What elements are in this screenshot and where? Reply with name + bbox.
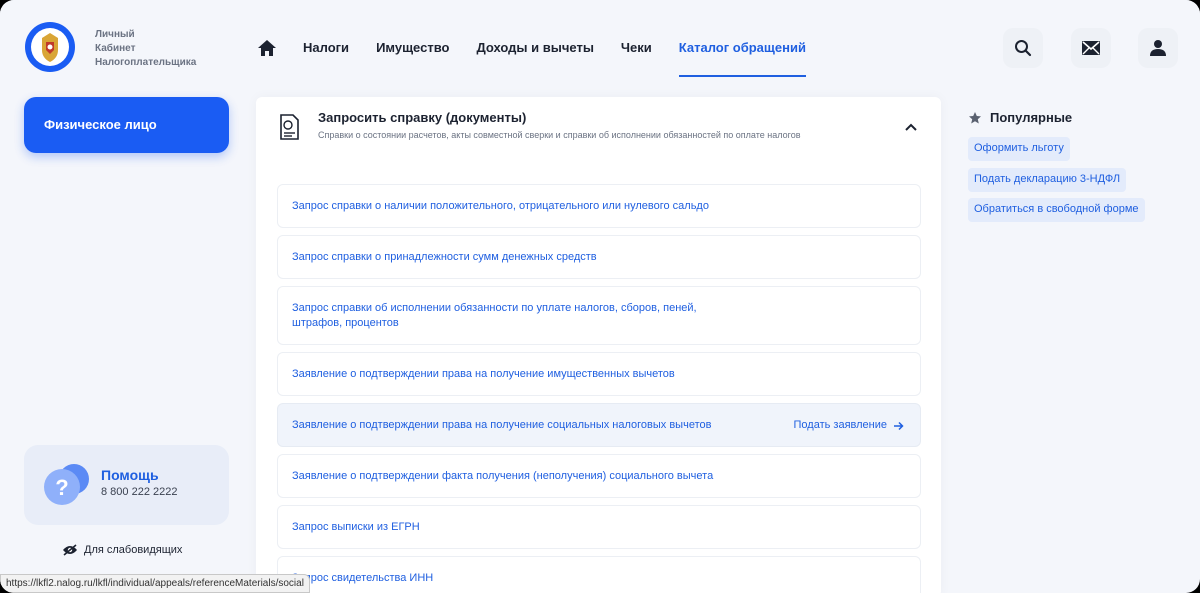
list-item-label: Запрос свидетельства ИНН [292,572,434,584]
popular-tag[interactable]: Оформить льготу [968,137,1070,161]
status-url: https://lkfl2.nalog.ru/lkfl/individual/a… [0,574,310,593]
nav-appeals-catalog[interactable]: Каталог обращений [678,40,807,77]
help-title: Помощь [101,467,159,483]
nav-receipts[interactable]: Чеки [621,40,652,77]
star-icon [969,111,981,123]
appeals-section: Запросить справку (документы) Справки о … [256,97,941,593]
home-icon[interactable] [257,38,277,58]
low-vision-label: Для слабовидящих [84,544,183,556]
arrow-right-icon [894,421,904,430]
list-item-label: Запрос справки об исполнении обязанности… [292,302,697,329]
section-title[interactable]: Запросить справку (документы) [318,110,526,125]
logo-line-2: Кабинет [95,43,136,54]
list-item[interactable]: Запрос справки о принадлежности сумм ден… [277,235,921,279]
list-item[interactable]: Запрос выписки из ЕГРН [277,505,921,549]
list-item-label: Запрос справки о принадлежности сумм ден… [292,251,597,263]
search-button[interactable] [1003,28,1043,68]
logo-line-3: Налогоплательщика [95,57,197,68]
help-phone: 8 800 222 2222 [101,486,178,498]
popular-title-label: Популярные [990,110,1073,125]
list-item-label: Заявление о подтверждении права на получ… [292,368,675,380]
profile-button[interactable] [1138,28,1178,68]
list-item[interactable]: Запрос справки об исполнении обязанности… [277,286,921,345]
app-window: Личный Кабинет Налогоплательщика Налоги … [0,0,1200,593]
list-item-label: Запрос справки о наличии положительного,… [292,200,709,212]
search-icon [1015,40,1032,57]
list-item[interactable]: Заявление о подтверждении права на получ… [277,352,921,396]
list-item[interactable]: Запрос справки о наличии положительного,… [277,184,921,228]
list-item-label: Запрос выписки из ЕГРН [292,521,420,533]
low-vision-link[interactable]: Для слабовидящих [62,544,182,556]
mail-icon [1082,41,1100,55]
popular-tag[interactable]: Обратиться в свободной форме [968,198,1145,222]
user-icon [1150,40,1166,56]
top-header: Личный Кабинет Налогоплательщика Налоги … [0,0,1200,92]
submit-application-label: Подать заявление [793,419,887,431]
list-item[interactable]: Заявление о подтверждении права на получ… [277,403,921,447]
main-nav: Налоги Имущество Доходы и вычеты Чеки Ка… [303,40,833,77]
popular-tag[interactable]: Подать декларацию 3-НДФЛ [968,168,1127,192]
eye-crossed-icon [63,544,77,556]
messages-button[interactable] [1071,28,1111,68]
nav-taxes[interactable]: Налоги [303,40,349,77]
svg-text:?: ? [55,475,68,500]
list-item-label: Заявление о подтверждении права на получ… [292,419,712,431]
submit-application-link[interactable]: Подать заявление [794,418,904,433]
document-icon [278,113,300,141]
help-card[interactable]: ? Помощь 8 800 222 2222 [24,445,229,525]
list-item[interactable]: Запрос свидетельства ИНН [277,556,921,593]
popular-title: Популярные [968,110,1108,125]
logo-caption: Личный Кабинет Налогоплательщика [95,28,196,70]
list-item[interactable]: Заявление о подтверждении факта получени… [277,454,921,498]
logo-line-1: Личный [95,29,135,40]
fns-logo-icon[interactable] [24,20,76,74]
person-type-button[interactable]: Физическое лицо [24,97,229,153]
help-question-icon: ? [40,459,96,509]
list-item-label: Заявление о подтверждении факта получени… [292,470,714,482]
chevron-up-icon[interactable] [905,119,917,131]
nav-property[interactable]: Имущество [376,40,449,77]
nav-income-deductions[interactable]: Доходы и вычеты [476,40,593,77]
section-subtitle: Справки о состоянии расчетов, акты совме… [318,130,801,140]
